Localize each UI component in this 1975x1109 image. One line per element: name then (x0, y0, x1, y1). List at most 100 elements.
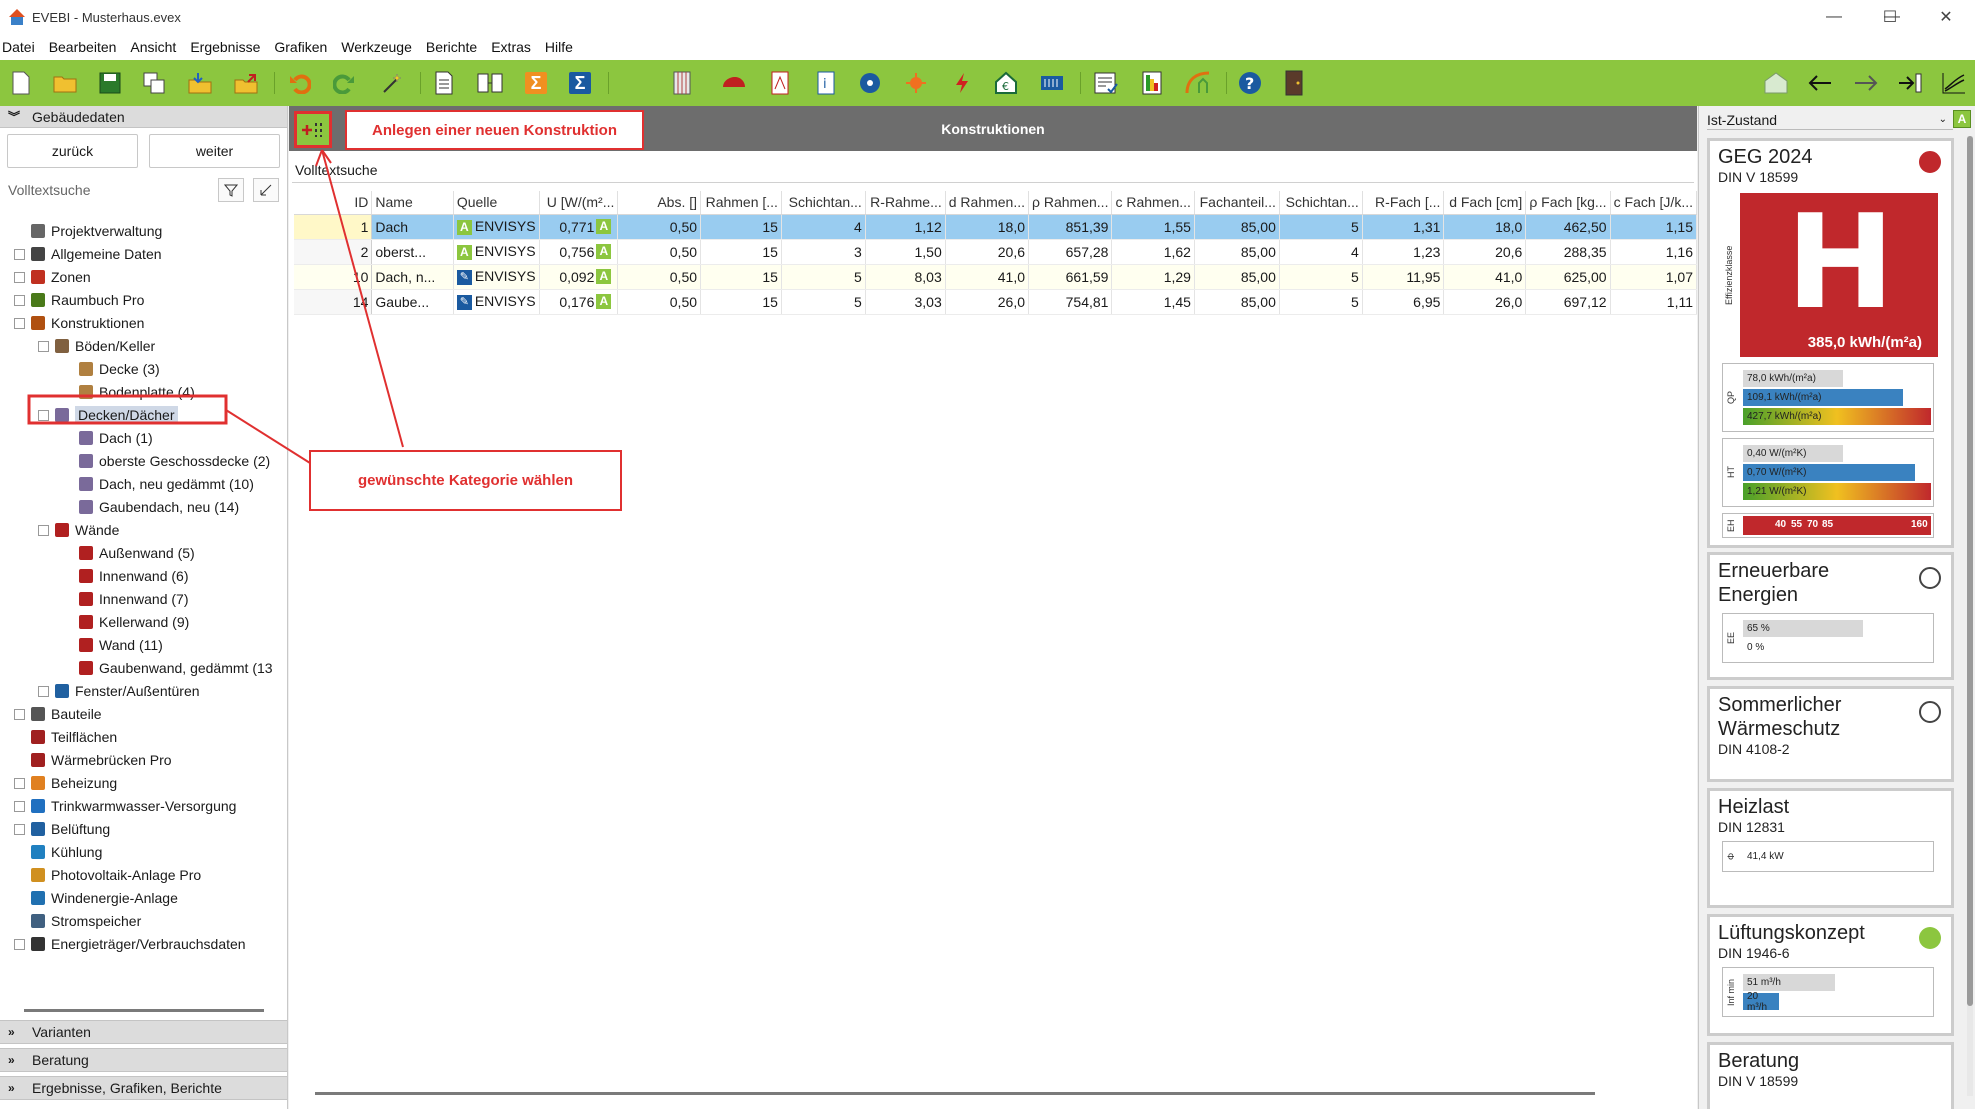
row-name[interactable]: oberst... (371, 239, 454, 265)
tree-item[interactable]: Decke (3) (62, 358, 160, 380)
import-arrow-icon[interactable] (1896, 69, 1924, 97)
next-button[interactable]: weiter (149, 134, 280, 168)
maximize-button[interactable]: ☐ (1862, 0, 1918, 34)
menu-berichte[interactable]: Berichte (426, 39, 477, 55)
row-schicht[interactable]: 4 (781, 214, 866, 240)
row-c-rahmen[interactable]: 1,62 (1111, 239, 1195, 265)
expand-icon[interactable] (14, 708, 25, 720)
row-r-rahmen[interactable]: 3,03 (865, 289, 946, 315)
tree-item[interactable]: Kühlung (14, 841, 102, 863)
row-d-rahmen[interactable]: 26,0 (945, 289, 1030, 315)
row-r-rahmen[interactable]: 1,12 (865, 214, 946, 240)
menu-ansicht[interactable]: Ansicht (130, 39, 176, 55)
wall-layers-icon[interactable] (668, 69, 696, 97)
row-c-fach[interactable]: 1,07 (1610, 264, 1698, 290)
column-header[interactable]: Fachanteil... (1194, 191, 1280, 215)
export-icon[interactable] (232, 69, 260, 97)
row-rho-fach[interactable]: 697,12 (1525, 289, 1611, 315)
row-name[interactable]: Gaube... (371, 289, 454, 315)
tree-item[interactable]: Böden/Keller (38, 335, 155, 357)
row-fachanteil[interactable]: 85,00 (1194, 264, 1280, 290)
meter-icon[interactable] (1038, 69, 1066, 97)
row-r-fach[interactable]: 1,31 (1362, 214, 1445, 240)
tree-scrollbar[interactable] (24, 1009, 264, 1012)
column-header[interactable]: ρ Fach [kg... (1525, 191, 1611, 215)
scrollbar-thumb[interactable] (1967, 136, 1973, 1006)
sun-icon[interactable] (902, 69, 930, 97)
ventilation-icon[interactable] (856, 69, 884, 97)
wizard-icon[interactable] (378, 69, 406, 97)
collapse-icon[interactable] (38, 340, 49, 352)
pdf-icon[interactable] (766, 69, 794, 97)
expand-icon[interactable] (14, 248, 25, 260)
column-header[interactable]: Schichtan... (781, 191, 866, 215)
save-icon[interactable] (96, 69, 124, 97)
row-c-rahmen[interactable]: 1,55 (1111, 214, 1195, 240)
row-fachanteil[interactable]: 85,00 (1194, 239, 1280, 265)
row-schicht2[interactable]: 5 (1279, 214, 1363, 240)
row-rho-rahmen[interactable]: 661,59 (1028, 264, 1113, 290)
row-r-rahmen[interactable]: 8,03 (865, 264, 946, 290)
renewable-energy-card[interactable]: Erneuerbare Energien EE 65 % 0 % (1707, 552, 1954, 680)
gebaeudedaten-header[interactable]: ︾ Gebäudedaten (0, 106, 287, 128)
tree-item[interactable]: Innenwand (7) (62, 588, 189, 610)
tree-item[interactable]: Gaubenwand, gedämmt (13 (62, 657, 273, 679)
tree-item[interactable]: Allgemeine Daten (14, 243, 162, 265)
door-icon[interactable] (1280, 69, 1308, 97)
ventilation-concept-card[interactable]: Lüftungskonzept DIN 1946-6 Inf min 51 m³… (1707, 914, 1954, 1036)
tree-item[interactable]: Photovoltaik-Anlage Pro (14, 864, 201, 886)
geg-card[interactable]: GEG 2024 DIN V 18599 Effizienzklasse H 3… (1707, 138, 1954, 548)
tree-item[interactable]: Energieträger/Verbrauchsdaten (14, 933, 246, 955)
tree-item[interactable]: Innenwand (6) (62, 565, 189, 587)
row-name[interactable]: Dach, n... (371, 264, 454, 290)
arrow-right-icon[interactable] (1852, 69, 1880, 97)
new-file-icon[interactable] (7, 69, 35, 97)
row-rahmen[interactable]: 15 (700, 239, 782, 265)
row-rho-rahmen[interactable]: 754,81 (1028, 289, 1113, 315)
energy-label-icon[interactable] (1138, 69, 1166, 97)
row-schicht2[interactable]: 5 (1279, 289, 1363, 315)
tree-item[interactable]: Windenergie-Anlage (14, 887, 178, 909)
tree-item[interactable]: Bodenplatte (4) (62, 381, 195, 403)
row-rahmen[interactable]: 15 (700, 264, 782, 290)
collapse-icon[interactable] (38, 524, 49, 536)
expand-icon[interactable] (14, 777, 25, 789)
new-construction-button[interactable] (294, 111, 332, 148)
collapse-all-icon[interactable] (253, 178, 279, 202)
tree-item[interactable]: Dach, neu gedämmt (10) (62, 473, 254, 495)
expand-icon[interactable] (14, 294, 25, 306)
tree-search[interactable]: Volltextsuche (0, 174, 287, 206)
row-d-fach[interactable]: 20,6 (1443, 239, 1527, 265)
sum-icon[interactable]: Σ (522, 69, 550, 97)
row-c-fach[interactable]: 1,16 (1610, 239, 1698, 265)
row-rho-rahmen[interactable]: 851,39 (1028, 214, 1113, 240)
tree-search-input[interactable]: Volltextsuche (8, 182, 91, 198)
row-rho-fach[interactable]: 625,00 (1525, 264, 1611, 290)
shoe-icon[interactable] (720, 69, 748, 97)
column-header[interactable]: d Rahmen... (945, 191, 1030, 215)
expand-icon[interactable] (14, 800, 25, 812)
grid-scrollbar[interactable] (315, 1092, 1595, 1095)
house-3d-icon[interactable] (1762, 69, 1790, 97)
collapse-icon[interactable] (14, 317, 25, 329)
grid-search-input[interactable]: Volltextsuche (292, 157, 1694, 183)
row-schicht2[interactable]: 5 (1279, 264, 1363, 290)
filter-icon[interactable] (218, 178, 244, 202)
table-row[interactable]: 1 Dach A ENVISYS 0,771 A 0,50 15 4 1,12 18,0 851,39… (294, 214, 1698, 240)
menu-grafiken[interactable]: Grafiken (274, 39, 327, 55)
column-header[interactable]: U [W/(m²... (539, 191, 619, 215)
tree-item[interactable]: Trinkwarmwasser-Versorgung (14, 795, 236, 817)
undo-icon[interactable] (286, 69, 314, 97)
column-header[interactable]: Rahmen [... (700, 191, 782, 215)
tree-item[interactable]: Außenwand (5) (62, 542, 195, 564)
row-c-fach[interactable]: 1,15 (1610, 214, 1698, 240)
column-header[interactable]: R-Rahme... (865, 191, 946, 215)
help-icon[interactable]: ? (1236, 69, 1264, 97)
row-schicht[interactable]: 3 (781, 239, 866, 265)
tree-item[interactable]: Wärmebrücken Pro (14, 749, 172, 771)
menu-hilfe[interactable]: Hilfe (545, 39, 573, 55)
open-folder-icon[interactable] (51, 69, 79, 97)
row-r-fach[interactable]: 11,95 (1362, 264, 1445, 290)
curve-icon[interactable] (1184, 69, 1212, 97)
menu-bearbeiten[interactable]: Bearbeiten (49, 39, 117, 55)
